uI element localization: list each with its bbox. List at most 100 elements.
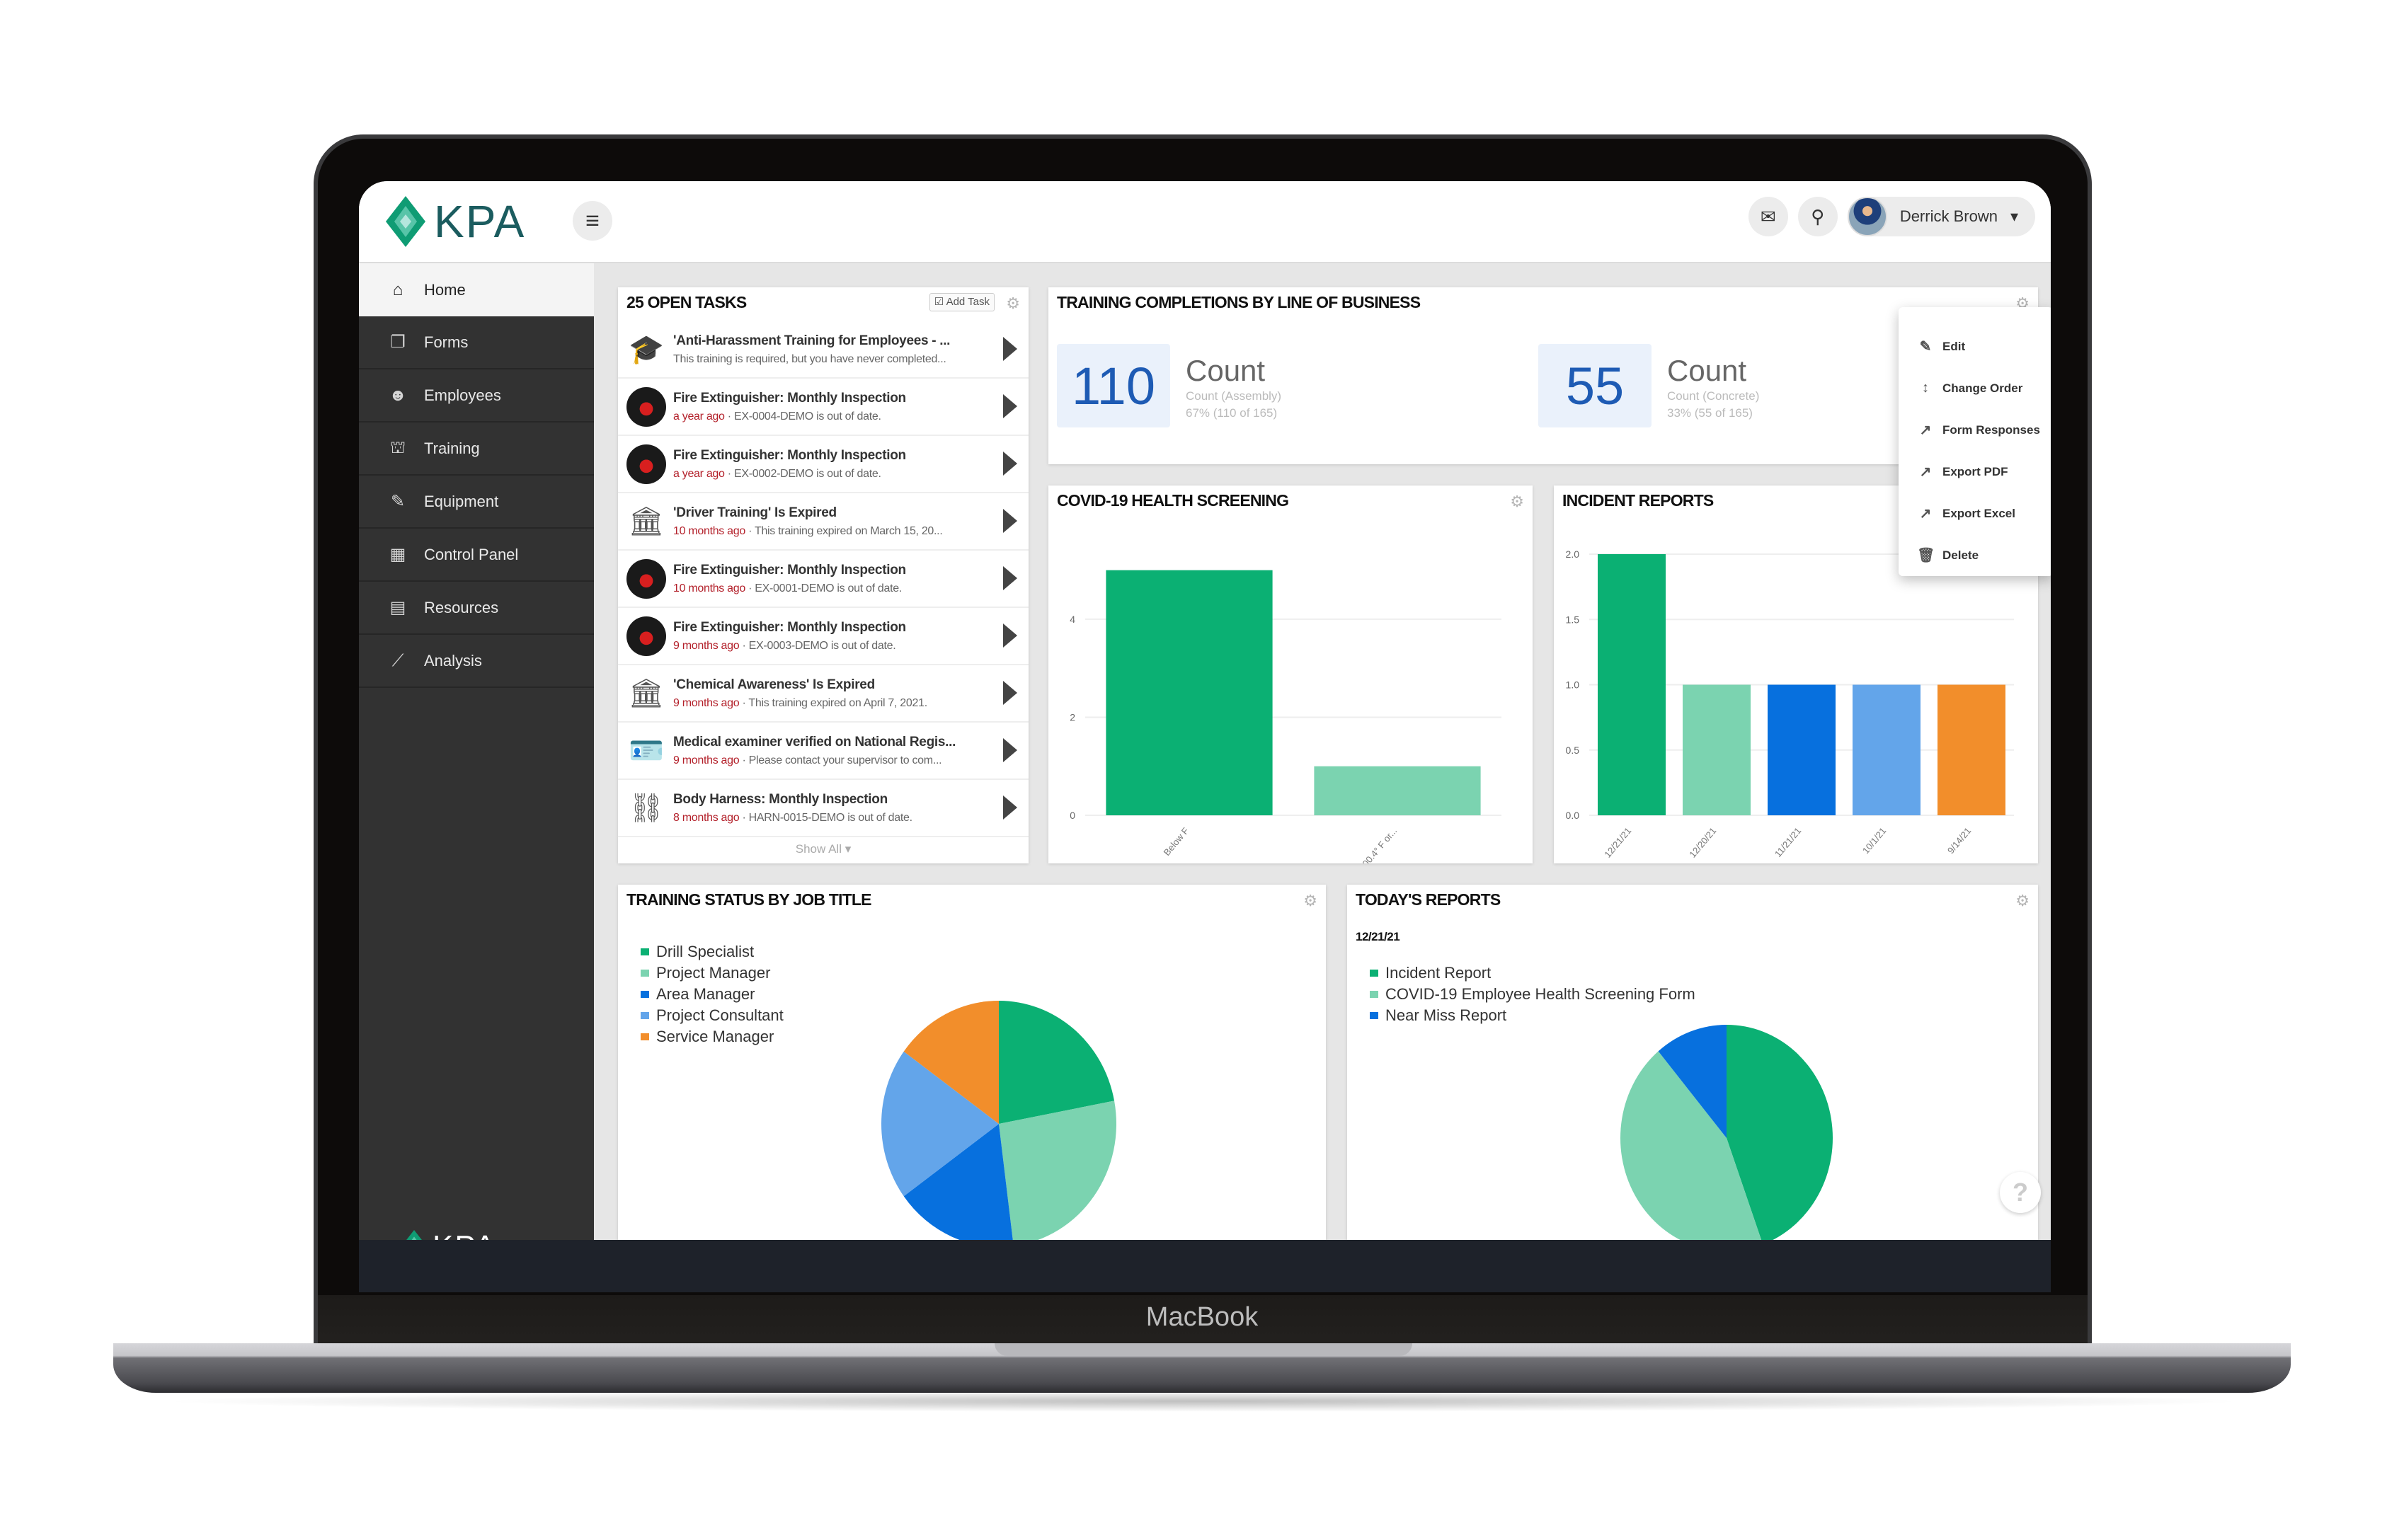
user-menu[interactable]: Derrick Brown ▾ — [1847, 197, 2035, 236]
bar[interactable] — [1853, 684, 1921, 816]
forms-icon: ❐ — [390, 333, 406, 352]
task-age: 8 months ago — [673, 811, 740, 824]
menu-item-edit[interactable]: ✎ Edit — [1899, 326, 2051, 367]
bar[interactable] — [1937, 684, 2005, 816]
sidebar-item-analysis[interactable]: ⟋ Analysis — [359, 635, 594, 688]
task-age: a year ago — [673, 410, 725, 423]
task-subtitle: 9 months ago · This training expired on … — [673, 697, 985, 710]
task-item[interactable]: 🎓 'Anti-Harassment Training for Employees… — [618, 321, 1029, 379]
sidebar-item-training[interactable]: ⛫ Training — [359, 423, 594, 476]
chevron-right-icon[interactable] — [1003, 738, 1017, 762]
chevron-right-icon[interactable] — [1003, 795, 1017, 820]
todays-reports-card: TODAY'S REPORTS 12/21/21 ⚙ Incident Repo… — [1347, 885, 2038, 1292]
task-item[interactable]: 🏛 'Driver Training' Is Expired 10 months a… — [618, 493, 1029, 551]
y-tick-label: 0.5 — [1566, 745, 1580, 756]
task-text: 'Anti-Harassment Training for Employees … — [673, 333, 985, 366]
mail-button[interactable]: ✉ — [1748, 197, 1788, 236]
grid-icon: ▦ — [389, 545, 406, 564]
task-item[interactable]: Fire Extinguisher: Monthly Inspection 10 … — [618, 551, 1029, 608]
sidebar-item-equipment[interactable]: ✎ Equipment — [359, 476, 594, 529]
task-detail: · EX-0004-DEMO is out of date. — [724, 410, 881, 423]
help-button[interactable]: ? — [2000, 1172, 2041, 1213]
bar[interactable] — [1683, 684, 1751, 816]
task-item[interactable]: 🪪 Medical examiner verified on National R… — [618, 723, 1029, 780]
menu-item-delete[interactable]: 🗑 Delete — [1899, 534, 2051, 576]
menu-item-change-order[interactable]: ↕ Change Order — [1899, 367, 2051, 409]
task-item[interactable]: 🏛 'Chemical Awareness' Is Expired 9 months… — [618, 665, 1029, 723]
x-tick-label: Below F — [1162, 825, 1191, 858]
chevron-right-icon[interactable] — [1003, 681, 1017, 705]
id-card-icon: 🪪 — [629, 735, 664, 766]
wrench-icon: ✎ — [390, 492, 406, 511]
bar[interactable] — [1314, 766, 1481, 815]
sidebar-item-home[interactable]: ⌂ Home — [359, 263, 594, 316]
task-subtitle: 8 months ago · HARN-0015-DEMO is out of … — [673, 812, 985, 824]
task-age: 9 months ago — [673, 639, 740, 652]
y-tick-label: 0 — [1070, 810, 1075, 821]
open-tasks-card: 25 OPEN TASKS ☑ Add Task ⚙ 🎓 'Anti-Harass… — [618, 287, 1029, 863]
metric-concrete: 55 Count Count (Concrete) 33% (55 of 165… — [1538, 344, 1759, 427]
chevron-right-icon[interactable] — [1003, 624, 1017, 648]
sidebar-item-label: Control Panel — [424, 545, 519, 563]
institution-icon: 🏛 — [628, 678, 665, 709]
question-icon: ? — [2013, 1178, 2028, 1207]
metric-sub: Count (Assembly) — [1186, 389, 1282, 403]
institution-icon: ⛫ — [389, 437, 406, 457]
open-tasks-title: 25 OPEN TASKS — [626, 293, 747, 311]
show-all-link[interactable]: Show All ▾ — [618, 842, 1029, 856]
task-text: Body Harness: Monthly Inspection 8 months… — [673, 792, 985, 824]
menu-item-form-responses[interactable]: ↗ Form Responses — [1899, 409, 2051, 451]
task-list: 🎓 'Anti-Harassment Training for Employees… — [618, 321, 1029, 837]
task-title: 'Chemical Awareness' Is Expired — [673, 677, 875, 692]
task-text: 'Chemical Awareness' Is Expired 9 months … — [673, 677, 985, 710]
sidebar-item-forms[interactable]: ❐ Forms — [359, 316, 594, 369]
gear-icon[interactable]: ⚙ — [1006, 294, 1020, 313]
menu-item-label: Export PDF — [1942, 464, 2008, 478]
pie-slice[interactable] — [999, 1101, 1116, 1246]
sidebar-item-label: Employees — [424, 386, 501, 404]
task-item[interactable]: Fire Extinguisher: Monthly Inspection 9 m… — [618, 608, 1029, 665]
sidebar: ⌂ Home ❐ Forms ☻ Employees ⛫ Training ✎ Equipment… — [359, 263, 594, 1292]
menu-item-label: Export Excel — [1942, 506, 2015, 520]
task-title: 'Anti-Harassment Training for Employees … — [673, 333, 951, 348]
menu-item-export-pdf[interactable]: ↗ Export PDF — [1899, 451, 2051, 493]
chevron-right-icon[interactable] — [1003, 509, 1017, 533]
task-subtitle: a year ago · EX-0004-DEMO is out of date… — [673, 410, 985, 423]
task-title: Body Harness: Monthly Inspection — [673, 791, 888, 807]
sidebar-item-label: Forms — [424, 333, 469, 351]
bar[interactable] — [1768, 684, 1836, 816]
brand-logo[interactable]: KPA — [384, 195, 525, 248]
external-link-icon: ↗ — [1919, 423, 1932, 438]
bar[interactable] — [1598, 554, 1666, 815]
y-tick-label: 1.5 — [1566, 614, 1580, 625]
sidebar-item-employees[interactable]: ☻ Employees — [359, 369, 594, 423]
fire-extinguisher-icon — [626, 444, 666, 484]
add-task-button[interactable]: ☑ Add Task — [929, 293, 995, 311]
task-item[interactable]: Fire Extinguisher: Monthly Inspection a y… — [618, 436, 1029, 493]
search-button[interactable]: ⚲ — [1797, 197, 1838, 236]
trash-icon: 🗑 — [1917, 548, 1935, 563]
edit-icon: ✎ — [1919, 339, 1932, 355]
task-item[interactable]: Fire Extinguisher: Monthly Inspection a y… — [618, 379, 1029, 436]
screen-bottom-bar — [359, 1240, 2051, 1292]
task-title: 'Driver Training' Is Expired — [673, 505, 837, 520]
chevron-right-icon[interactable] — [1003, 337, 1017, 361]
chevron-right-icon[interactable] — [1003, 394, 1017, 418]
task-subtitle: a year ago · EX-0002-DEMO is out of date… — [673, 468, 985, 481]
task-title: Fire Extinguisher: Monthly Inspection — [673, 619, 906, 635]
sidebar-item-resources[interactable]: ▤ Resources — [359, 582, 594, 635]
chevron-right-icon[interactable] — [1003, 452, 1017, 476]
users-icon: ☻ — [389, 385, 407, 405]
menu-item-label: Form Responses — [1942, 423, 2040, 437]
sidebar-item-control-panel[interactable]: ▦ Control Panel — [359, 529, 594, 582]
metric-value: 110 — [1057, 344, 1170, 427]
menu-item-export-excel[interactable]: ↗ Export Excel — [1899, 493, 2051, 534]
chevron-right-icon[interactable] — [1003, 566, 1017, 590]
x-tick-label: 100.4° F or... — [1357, 825, 1399, 863]
task-age: 10 months ago — [673, 524, 745, 537]
task-item[interactable]: ⛓ Body Harness: Monthly Inspection 8 month… — [618, 780, 1029, 837]
bar[interactable] — [1106, 570, 1273, 815]
task-subtitle: 9 months ago · EX-0003-DEMO is out of da… — [673, 640, 985, 653]
menu-toggle-button[interactable]: ≡ — [573, 201, 612, 241]
sidebar-nav: ⌂ Home ❐ Forms ☻ Employees ⛫ Training ✎ Equipment… — [359, 263, 594, 688]
